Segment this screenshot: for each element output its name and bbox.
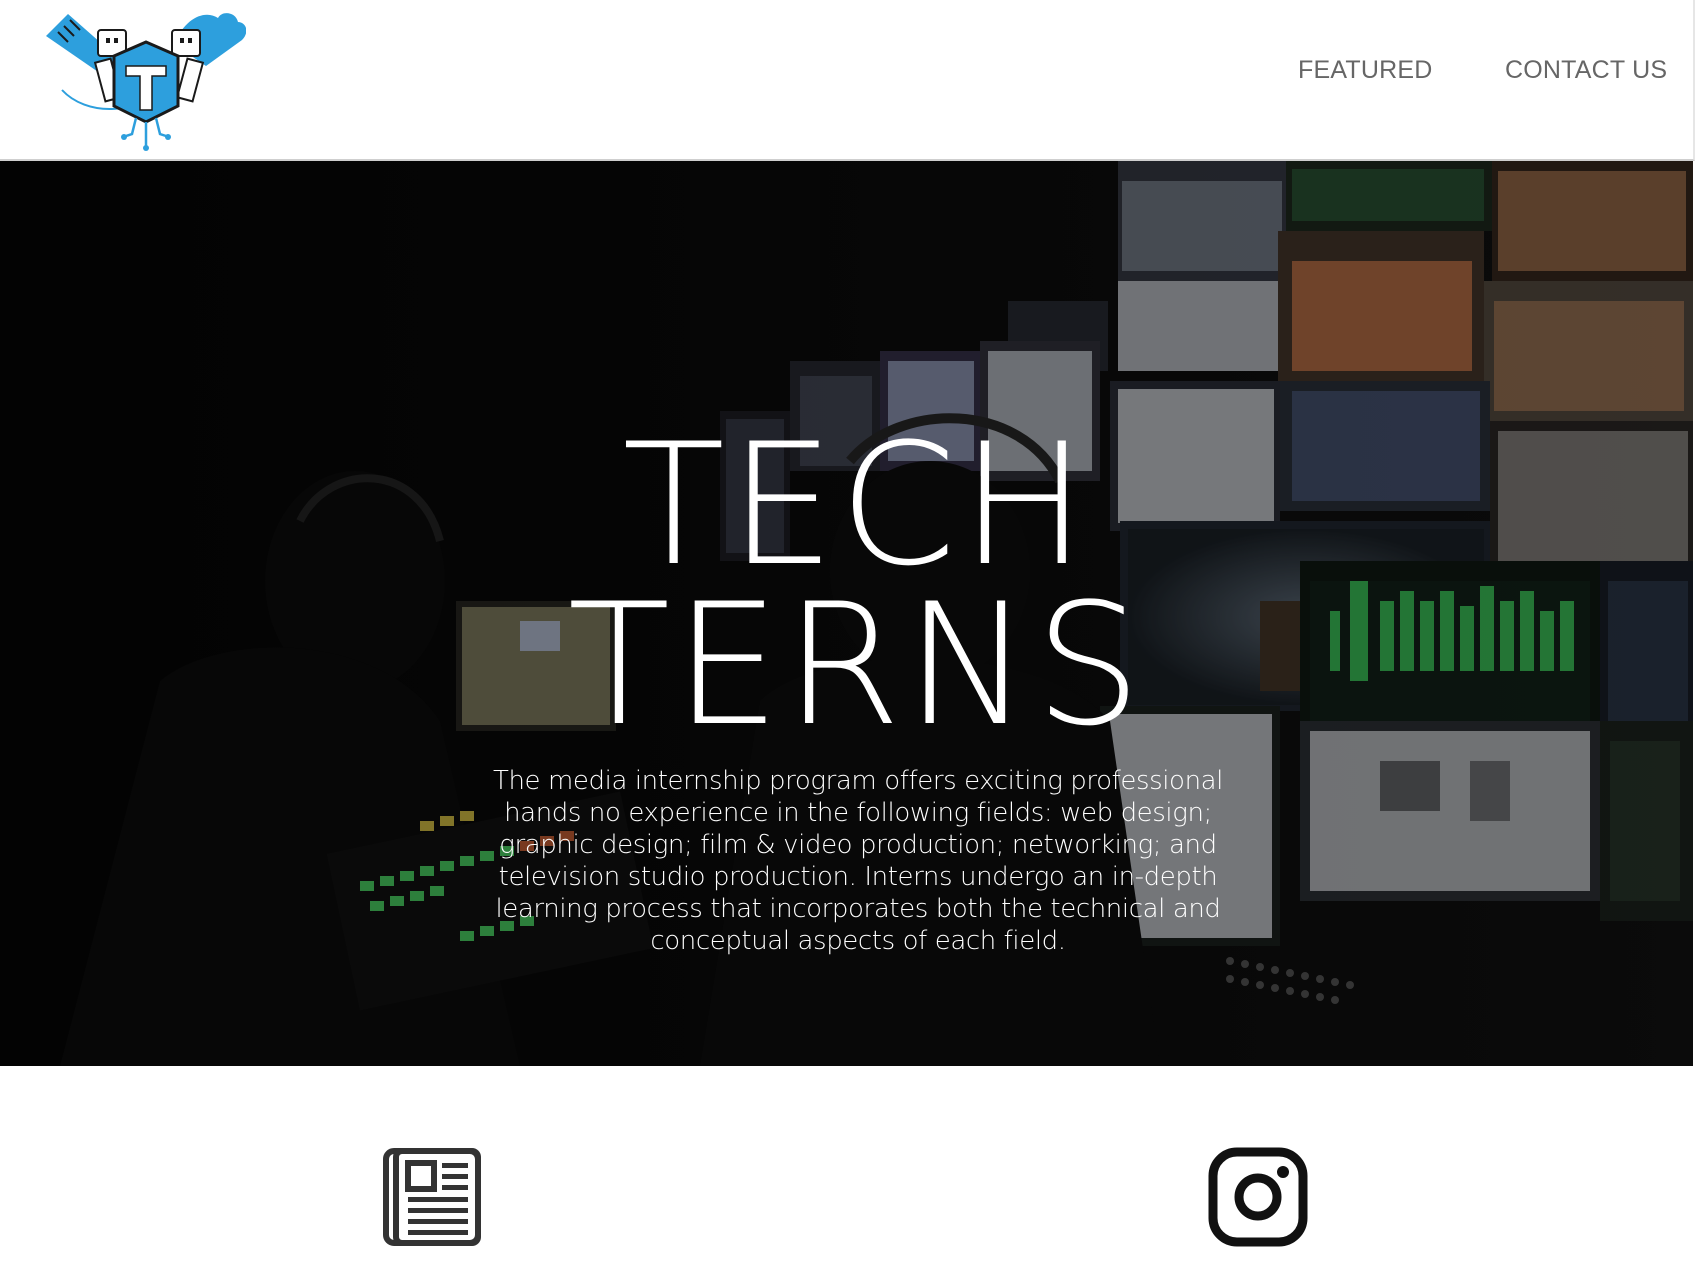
nav-contact-us[interactable]: CONTACT US [1505,56,1667,85]
hero-title-line2: TERNS [567,567,1146,763]
newspaper-icon[interactable] [382,1147,482,1247]
feature-icons-section [0,1066,1696,1264]
site-header: FEATURED CONTACT US [0,0,1695,161]
hero-section: TECH TERNS The media internship program … [0,161,1693,1066]
instagram-icon[interactable] [1208,1147,1308,1247]
hero-title-line1: TECH [622,407,1091,603]
hero-title: TECH TERNS [0,407,1693,763]
hero-description: The media internship program offers exci… [492,766,1224,956]
nav-featured[interactable]: FEATURED [1298,56,1432,85]
techterns-logo[interactable] [46,6,246,154]
